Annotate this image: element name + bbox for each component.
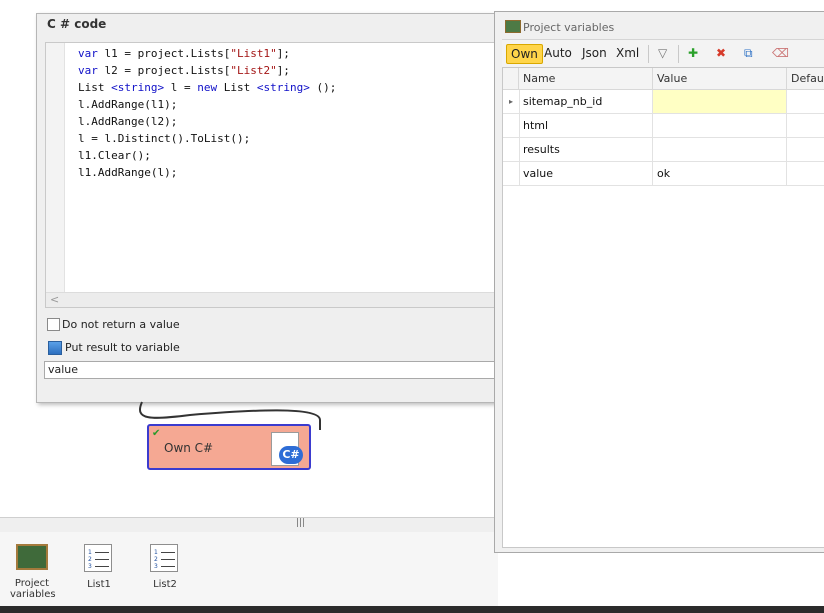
project-variables-item[interactable]: Project variables [10, 544, 56, 600]
column-header-default[interactable]: Default [787, 68, 824, 89]
own-csharp-node[interactable]: ✔ Own C# C# [147, 424, 311, 470]
chalkboard-icon [16, 544, 48, 570]
table-row[interactable]: html [503, 114, 824, 138]
code-line-6: l = l.Distinct().ToList(); [78, 132, 251, 145]
horizontal-scrollbar[interactable]: < [46, 292, 496, 307]
numbered-list-icon: 1 2 3 [84, 544, 112, 572]
vars-window-title: Project variables [523, 21, 615, 34]
grid-header: Name Value Default [503, 68, 824, 90]
project-variables-window: Project variables Own Auto Json Xml ▽ ✚ … [494, 11, 824, 553]
variable-default-cell[interactable] [787, 138, 824, 161]
variable-value-cell[interactable]: ok [653, 162, 787, 185]
table-row[interactable]: ▸ sitemap_nb_id [503, 90, 824, 114]
csharp-code-window: C # code var l1 = project.Lists["List1"]… [36, 13, 500, 403]
put-result-label: Put result to variable [65, 341, 180, 354]
tab-xml[interactable]: Xml [612, 44, 643, 62]
variable-value-cell[interactable] [653, 90, 787, 113]
toolbar-separator [648, 45, 649, 63]
table-row[interactable]: results [503, 138, 824, 162]
code-line-3: List <string> l = new List <string> (); [78, 81, 337, 94]
bottom-panel: Project variables 1 2 3 List1 1 2 3 List… [0, 532, 498, 607]
code-line-7: l1.Clear(); [78, 149, 151, 162]
code-gutter [46, 43, 65, 307]
row-indicator [503, 114, 520, 137]
row-indicator [503, 162, 520, 185]
vars-toolbar: Own Auto Json Xml ▽ ✚ ✖ ⧉ ⌫ [502, 39, 824, 69]
list2-label: List2 [153, 579, 177, 590]
variable-name-cell[interactable]: results [519, 138, 653, 161]
tab-auto[interactable]: Auto [540, 44, 576, 62]
project-variables-label-1: Project [14, 578, 50, 589]
variable-name-cell[interactable]: value [519, 162, 653, 185]
code-lines[interactable]: var l1 = project.Lists["List1"]; var l2 =… [78, 45, 336, 181]
chalkboard-icon [505, 20, 521, 33]
code-line-4: l.AddRange(l1); [78, 98, 178, 111]
delete-icon[interactable]: ✖ [712, 44, 730, 62]
header-row-indicator [503, 68, 519, 89]
code-line-8: l1.AddRange(l); [78, 166, 178, 179]
do-not-return-checkbox[interactable] [47, 318, 60, 331]
table-row[interactable]: value ok [503, 162, 824, 186]
variable-value-cell[interactable] [653, 138, 787, 161]
column-header-name[interactable]: Name [519, 68, 653, 89]
toolbar-separator [678, 45, 679, 63]
filter-icon[interactable]: ▽ [654, 44, 671, 62]
numbered-list-icon: 1 2 3 [150, 544, 178, 572]
rename-icon[interactable]: ⧉ [740, 44, 757, 62]
variable-default-cell[interactable] [787, 114, 824, 137]
code-line-1: var l1 = project.Lists["List1"]; [78, 47, 290, 60]
row-indicator [503, 138, 520, 161]
csharp-icon: C# [279, 446, 303, 464]
tab-own[interactable]: Own [506, 44, 543, 64]
success-check-icon: ✔ [152, 428, 161, 439]
variable-name-cell[interactable]: sitemap_nb_id [519, 90, 653, 113]
list1-label: List1 [87, 579, 111, 590]
list1-item[interactable]: 1 2 3 List1 [84, 544, 114, 590]
project-variables-label-2: variables [10, 589, 56, 600]
variable-default-cell[interactable] [787, 162, 824, 185]
scroll-left-icon[interactable]: < [50, 293, 59, 306]
bottom-edge-bar [0, 606, 824, 613]
variable-name-cell[interactable]: html [519, 114, 653, 137]
variables-grid: Name Value Default ▸ sitemap_nb_id html … [502, 67, 824, 548]
variable-value-cell[interactable] [653, 114, 787, 137]
panel-splitter[interactable]: ||| [0, 517, 498, 533]
code-window-title: C # code [47, 17, 107, 31]
node-label: Own C# [164, 441, 214, 455]
list2-item[interactable]: 1 2 3 List2 [150, 544, 180, 590]
variable-default-cell[interactable] [787, 90, 824, 113]
add-icon[interactable]: ✚ [684, 44, 702, 62]
tab-json[interactable]: Json [578, 44, 611, 62]
splitter-grip-icon[interactable]: ||| [296, 518, 305, 528]
column-header-value[interactable]: Value [653, 68, 787, 89]
code-line-5: l.AddRange(l2); [78, 115, 178, 128]
row-pointer-icon: ▸ [503, 90, 520, 113]
do-not-return-label: Do not return a value [62, 318, 180, 331]
code-line-2: var l2 = project.Lists["List2"]; [78, 64, 290, 77]
result-variable-input[interactable]: value [44, 361, 496, 379]
code-editor[interactable]: var l1 = project.Lists["List1"]; var l2 =… [45, 42, 497, 308]
put-result-icon[interactable] [48, 341, 62, 355]
eraser-icon[interactable]: ⌫ [768, 44, 793, 62]
